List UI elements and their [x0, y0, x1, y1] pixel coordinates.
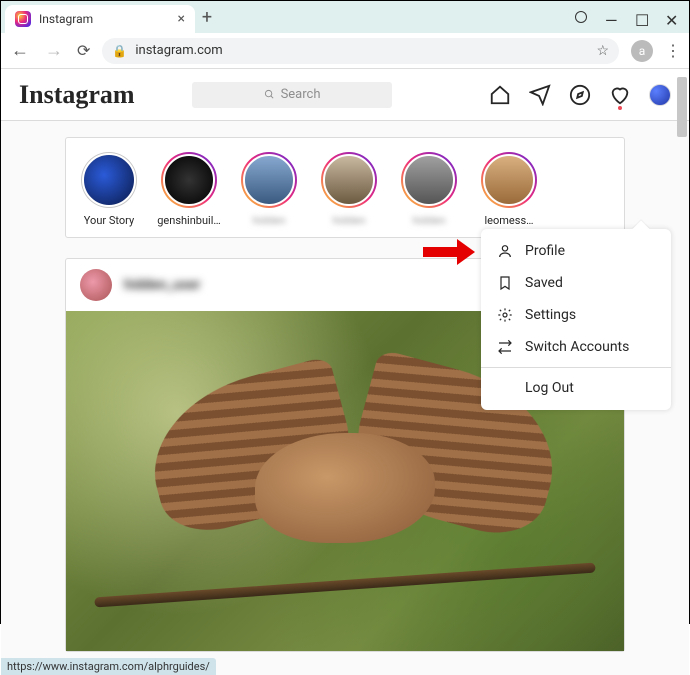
story-item[interactable]: hidden: [236, 152, 302, 227]
instagram-top-nav: Instagram Search: [1, 69, 689, 121]
url-bar[interactable]: 🔒 instagram.com ☆: [102, 38, 619, 64]
bookmark-icon[interactable]: ☆: [596, 43, 609, 59]
reload-button[interactable]: ⟳: [77, 41, 90, 60]
instagram-logo[interactable]: Instagram: [19, 80, 135, 110]
stories-tray: Your Story genshinbuil… hidden hidden hi…: [65, 137, 625, 238]
window-account-icon[interactable]: [575, 11, 587, 23]
story-label: hidden: [252, 214, 285, 227]
tab-title: Instagram: [39, 12, 170, 26]
lock-icon: 🔒: [112, 44, 127, 58]
story-label: hidden: [332, 214, 365, 227]
menu-item-switch-accounts[interactable]: Switch Accounts: [481, 331, 671, 363]
annotation-arrow: [423, 239, 475, 265]
chrome-menu-icon[interactable]: ⋮: [665, 41, 681, 60]
search-input[interactable]: Search: [192, 82, 392, 108]
menu-item-settings[interactable]: Settings: [481, 299, 671, 331]
story-label: Your Story: [84, 214, 134, 227]
menu-label: Log Out: [525, 380, 574, 396]
home-icon[interactable]: [489, 84, 511, 106]
menu-label: Saved: [525, 275, 563, 291]
window-controls: — ☐ ✕: [575, 11, 685, 23]
menu-label: Switch Accounts: [525, 339, 629, 355]
close-tab-icon[interactable]: ×: [178, 11, 185, 27]
instagram-favicon: [15, 11, 31, 27]
status-bar-link: https://www.instagram.com/alphrguides/: [1, 658, 216, 675]
post-author-username[interactable]: hidden_user: [124, 277, 200, 293]
profile-avatar-button[interactable]: [649, 84, 671, 106]
story-item[interactable]: hidden: [316, 152, 382, 227]
messages-icon[interactable]: [529, 84, 551, 106]
profile-dropdown-menu: Profile Saved Settings Switch Accounts L…: [481, 229, 671, 410]
search-placeholder: Search: [281, 87, 321, 102]
menu-item-profile[interactable]: Profile: [481, 235, 671, 267]
bookmark-icon: [497, 275, 513, 291]
notification-dot: [618, 106, 622, 110]
story-item[interactable]: leomess…: [476, 152, 542, 227]
activity-icon[interactable]: [609, 84, 631, 106]
story-label: leomess…: [485, 214, 534, 227]
story-item[interactable]: hidden: [396, 152, 462, 227]
switch-icon: [497, 339, 513, 355]
close-window-icon[interactable]: ✕: [665, 11, 677, 23]
menu-separator: [481, 367, 671, 368]
menu-label: Profile: [525, 243, 565, 259]
explore-icon[interactable]: [569, 84, 591, 106]
browser-address-bar: ← → ⟳ 🔒 instagram.com ☆ a ⋮: [1, 33, 689, 69]
menu-label: Settings: [525, 307, 576, 323]
story-your-story[interactable]: Your Story: [76, 152, 142, 227]
story-label: genshinbuil…: [157, 214, 221, 227]
menu-item-saved[interactable]: Saved: [481, 267, 671, 299]
forward-button[interactable]: →: [43, 40, 65, 61]
menu-item-logout[interactable]: Log Out: [481, 372, 671, 404]
minimize-icon[interactable]: —: [605, 11, 617, 23]
profile-icon: [497, 243, 513, 259]
back-button[interactable]: ←: [9, 40, 31, 61]
story-label: hidden: [412, 214, 445, 227]
gear-icon: [497, 307, 513, 323]
url-text: instagram.com: [135, 43, 588, 58]
page-content: Your Story genshinbuil… hidden hidden hi…: [1, 121, 689, 675]
browser-tab[interactable]: Instagram ×: [5, 5, 195, 33]
maximize-icon[interactable]: ☐: [635, 11, 647, 23]
chrome-profile-button[interactable]: a: [631, 40, 653, 62]
browser-titlebar: Instagram × + — ☐ ✕: [1, 1, 689, 33]
scrollbar-thumb[interactable]: [677, 77, 687, 137]
post-author-avatar[interactable]: [80, 269, 112, 301]
search-icon: [264, 89, 275, 100]
story-item[interactable]: genshinbuil…: [156, 152, 222, 227]
new-tab-button[interactable]: +: [195, 5, 219, 29]
